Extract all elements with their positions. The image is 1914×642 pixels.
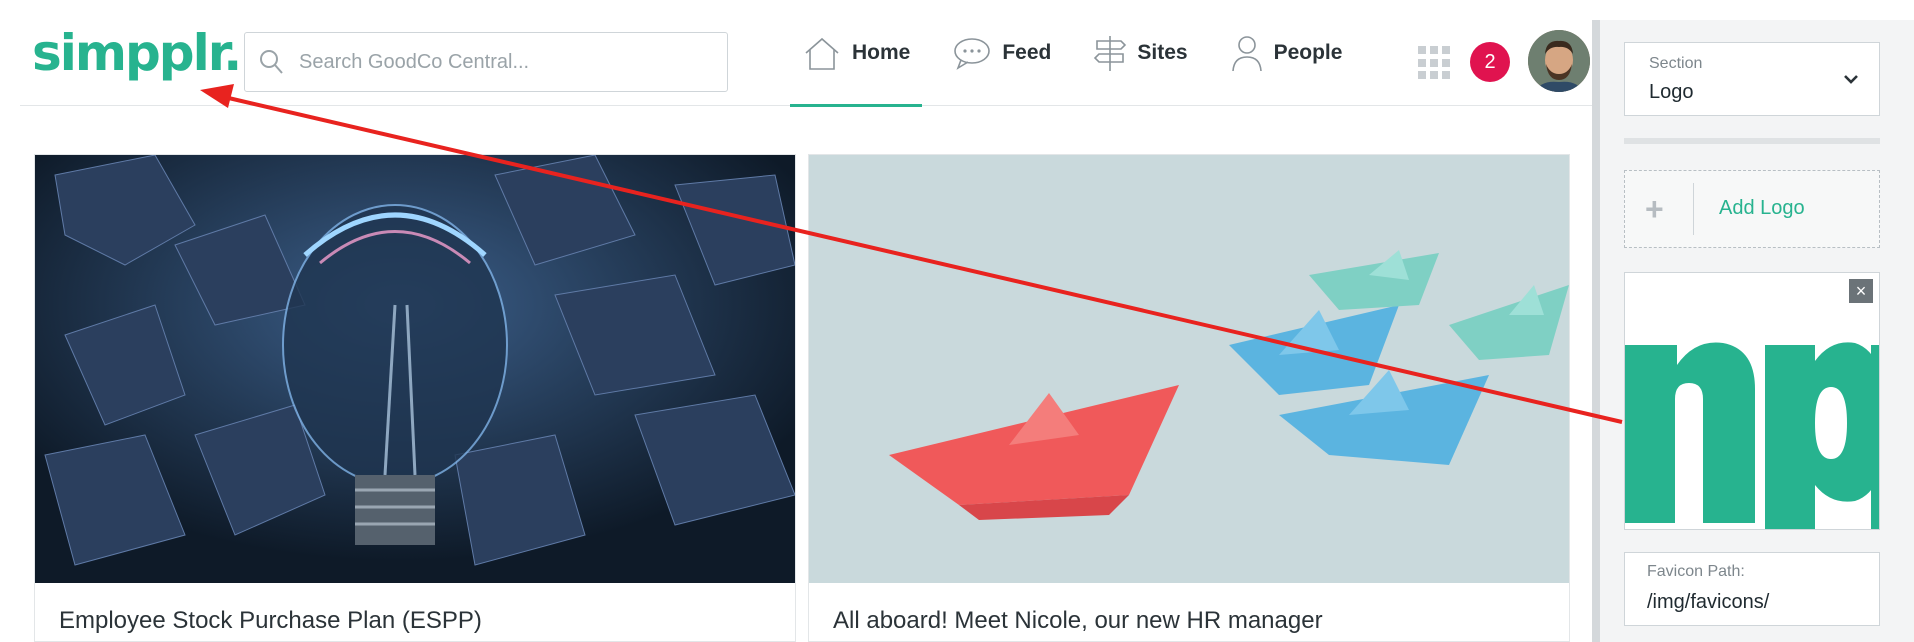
person-icon [1231,36,1262,72]
lightbulb-photo [35,155,795,583]
nav-home-label: Home [852,41,911,64]
nav-feed-label: Feed [1002,41,1052,64]
settings-panel: Section Logo + Add Logo × Favicon Path: [1592,20,1914,642]
search-box[interactable] [244,32,728,92]
nav-people[interactable]: People [1218,0,1355,106]
favicon-path-input[interactable] [1645,587,1865,617]
main-nav: Home Feed Sites People [790,0,1372,107]
user-avatar[interactable] [1528,30,1590,92]
add-logo-button[interactable]: + Add Logo [1624,170,1880,248]
chat-bubble-icon [954,38,991,70]
favicon-label: Favicon Path: [1647,563,1745,580]
home-icon [805,37,839,70]
remove-logo-button[interactable]: × [1849,279,1873,303]
separator [1693,183,1694,235]
divider [1624,138,1880,144]
paper-boats-photo [809,155,1569,583]
logo-preview-image [1625,342,1879,529]
news-card[interactable]: Employee Stock Purchase Plan (ESPP) [34,154,796,642]
search-icon [260,50,283,74]
card-title[interactable]: Employee Stock Purchase Plan (ESPP) [59,607,482,635]
news-card[interactable]: All aboard! Meet Nicole, our new HR mana… [808,154,1570,642]
section-value: Logo [1649,81,1694,103]
plus-icon: + [1645,191,1664,227]
search-input[interactable] [297,33,717,91]
favicon-path-field[interactable]: Favicon Path: [1624,552,1880,626]
top-header: simpplr. Home Fe [20,0,1592,107]
nav-feed[interactable]: Feed [940,0,1063,106]
app-launcher-icon[interactable] [1418,46,1452,80]
nav-people-label: People [1273,41,1343,64]
app-main: simpplr. Home Fe [0,0,1592,642]
notification-badge[interactable]: 2 [1470,42,1510,82]
nav-sites-label: Sites [1137,41,1188,64]
logo-preview: × [1624,272,1880,530]
signpost-icon [1094,36,1127,71]
section-select[interactable]: Section Logo [1624,42,1880,116]
simpplr-logo[interactable]: simpplr. [32,28,242,78]
card-title[interactable]: All aboard! Meet Nicole, our new HR mana… [833,607,1323,635]
nav-home[interactable]: Home [790,0,923,107]
nav-sites[interactable]: Sites [1081,0,1199,106]
add-logo-label: Add Logo [1719,197,1805,219]
section-label: Section [1649,55,1703,72]
chevron-down-icon [1844,75,1858,84]
